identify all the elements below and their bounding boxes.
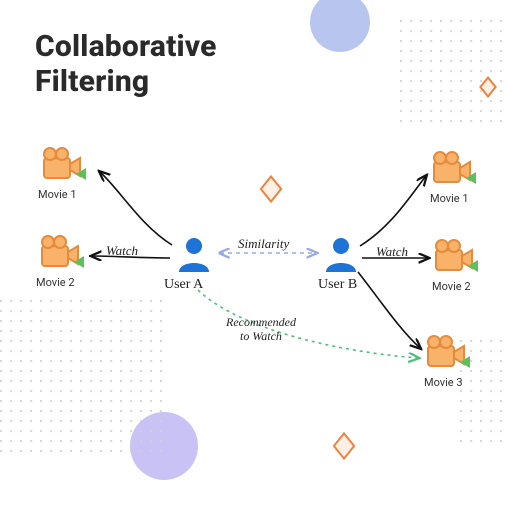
decor-dots-bottom-left: [0, 300, 170, 460]
edge-usera-movie1: [100, 172, 172, 245]
edge-label-similarity: Similarity: [238, 236, 289, 252]
decor-circle-blue: [310, 0, 370, 52]
movie-right-1-icon: [428, 150, 476, 192]
movie-right-2-label: Movie 2: [432, 280, 471, 293]
edge-label-recommended: Recommended to Watch: [226, 316, 296, 344]
movie-left-2-icon: [36, 234, 84, 276]
decor-diamond-icon: [260, 175, 283, 203]
decor-diamond-icon: [333, 432, 356, 460]
movie-right-3-icon: [422, 334, 470, 376]
rec-line-2: to Watch: [226, 330, 296, 344]
title-line-1: Collaborative: [35, 30, 217, 65]
movie-left-1-icon: [38, 146, 86, 188]
page-title: Collaborative Filtering: [35, 30, 217, 99]
edge-label-watch-right: Watch: [376, 244, 408, 260]
user-a-icon: [175, 236, 213, 278]
title-line-2: Filtering: [35, 65, 217, 100]
user-a-label: User A: [164, 277, 203, 293]
movie-right-1-label: Movie 1: [430, 192, 469, 205]
movie-left-1-label: Movie 1: [38, 188, 77, 201]
diagram-canvas: Collaborative Filtering User A User B Mo…: [0, 0, 510, 510]
rec-line-1: Recommended: [226, 316, 296, 330]
user-b-label: User B: [318, 277, 357, 293]
movie-left-2-label: Movie 2: [36, 276, 75, 289]
decor-dots-top-right: [400, 20, 510, 130]
movie-right-3-label: Movie 3: [424, 376, 463, 389]
edge-userb-movie3: [358, 272, 420, 348]
edge-label-watch-left: Watch: [106, 243, 138, 259]
edge-userb-movie1: [360, 176, 426, 246]
movie-right-2-icon: [430, 238, 478, 280]
user-b-icon: [322, 236, 360, 278]
